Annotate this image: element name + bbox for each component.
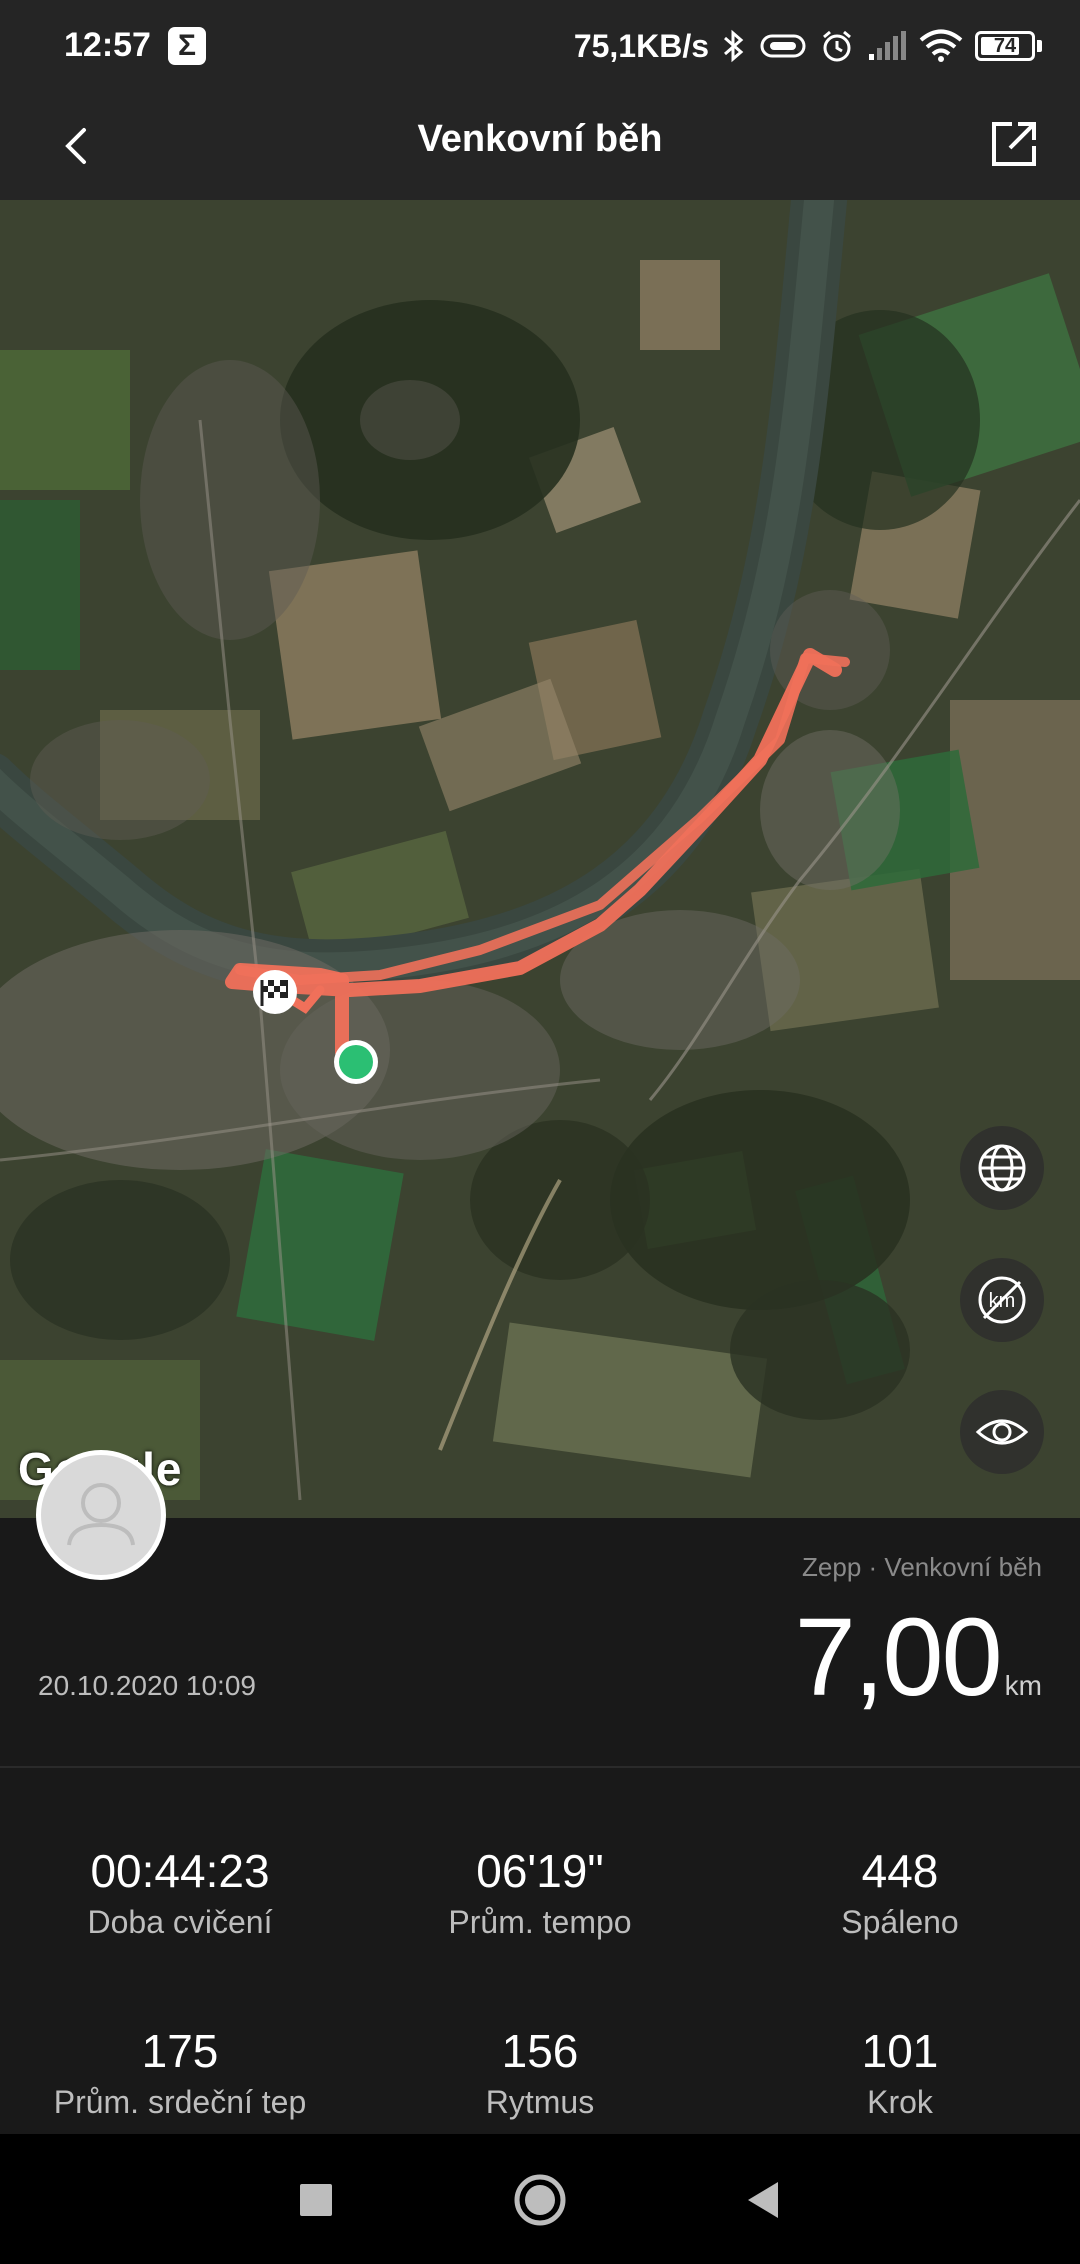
km-off-icon: km [978, 1276, 1026, 1324]
sigma-icon: Σ [168, 27, 206, 65]
stat-label: Rytmus [485, 2084, 595, 2120]
stat-value: 06'19" [476, 1845, 604, 1897]
signal-icon [869, 31, 906, 60]
map-layer-button[interactable] [960, 1126, 1044, 1210]
stat-calories: 448 Spáleno [720, 1844, 1080, 1941]
stat-duration: 00:44:23 Doba cvičení [0, 1844, 360, 1941]
avatar[interactable] [36, 1450, 166, 1580]
app-header: Venkovní běh [0, 92, 1080, 200]
workout-summary: Zepp · Venkovní běh 7,00 km 20.10.2020 1… [0, 1518, 1080, 1766]
back-nav-button[interactable] [730, 2168, 794, 2232]
system-nav-bar [0, 2134, 1080, 2264]
user-icon [67, 1483, 135, 1546]
workout-date: 20.10.2020 10:09 [38, 1670, 256, 1701]
stat-cadence: 156 Rytmus [360, 2024, 720, 2121]
stat-label: Prům. tempo [448, 1904, 632, 1940]
distance-value: 7,00 [794, 1596, 1003, 1719]
battery-icon: 74 [975, 31, 1035, 61]
globe-icon [978, 1144, 1026, 1192]
status-bar: 12:57 Σ 75,1KB/s 74 [0, 0, 1080, 92]
home-circle-icon [514, 2174, 566, 2226]
alarm-icon [823, 30, 851, 62]
stat-label: Spáleno [841, 1904, 959, 1940]
stat-label: Doba cvičení [87, 1904, 273, 1940]
stat-label: Krok [867, 2084, 933, 2120]
share-icon [992, 122, 1036, 166]
workout-source: Zepp · Venkovní běh [802, 1552, 1042, 1582]
distance-unit: km [1004, 1670, 1042, 1701]
finish-flag-icon [253, 970, 297, 1014]
home-button[interactable] [508, 2168, 572, 2232]
stat-stride: 101 Krok [720, 2024, 1080, 2121]
visibility-button[interactable] [960, 1390, 1044, 1474]
distance-display: 7,00 km [795, 1594, 1042, 1721]
stat-value: 175 [141, 2025, 219, 2077]
vibrate-icon [760, 34, 806, 58]
route-map[interactable]: km Google [0, 200, 1080, 1518]
status-time: 12:57 [64, 26, 151, 64]
triangle-back-icon [748, 2182, 778, 2218]
eye-icon [975, 1419, 1029, 1445]
stat-value: 101 [861, 2025, 939, 2077]
km-markers-toggle-button[interactable]: km [960, 1258, 1044, 1342]
start-marker-icon [334, 1040, 378, 1084]
stat-avg-heart-rate: 175 Prům. srdeční tep [0, 2024, 360, 2121]
stat-value: 448 [861, 1845, 939, 1897]
battery-level: 74 [993, 35, 1017, 57]
page-title: Venkovní běh [417, 118, 663, 160]
stat-label: Prům. srdeční tep [53, 2084, 307, 2120]
satellite-map [0, 200, 1080, 1518]
bluetooth-icon [724, 29, 744, 63]
stat-avg-pace: 06'19" Prům. tempo [360, 1844, 720, 1941]
stats-grid: 00:44:23 Doba cvičení 06'19" Prům. tempo… [0, 1768, 1080, 2134]
stat-value: 00:44:23 [90, 1845, 270, 1897]
battery-tip [1037, 40, 1042, 52]
recents-button[interactable] [284, 2168, 348, 2232]
square-icon [300, 2184, 332, 2216]
share-button[interactable] [982, 112, 1046, 176]
wifi-icon [919, 29, 963, 62]
stat-value: 156 [501, 2025, 579, 2077]
network-speed: 75,1KB/s [573, 27, 709, 64]
